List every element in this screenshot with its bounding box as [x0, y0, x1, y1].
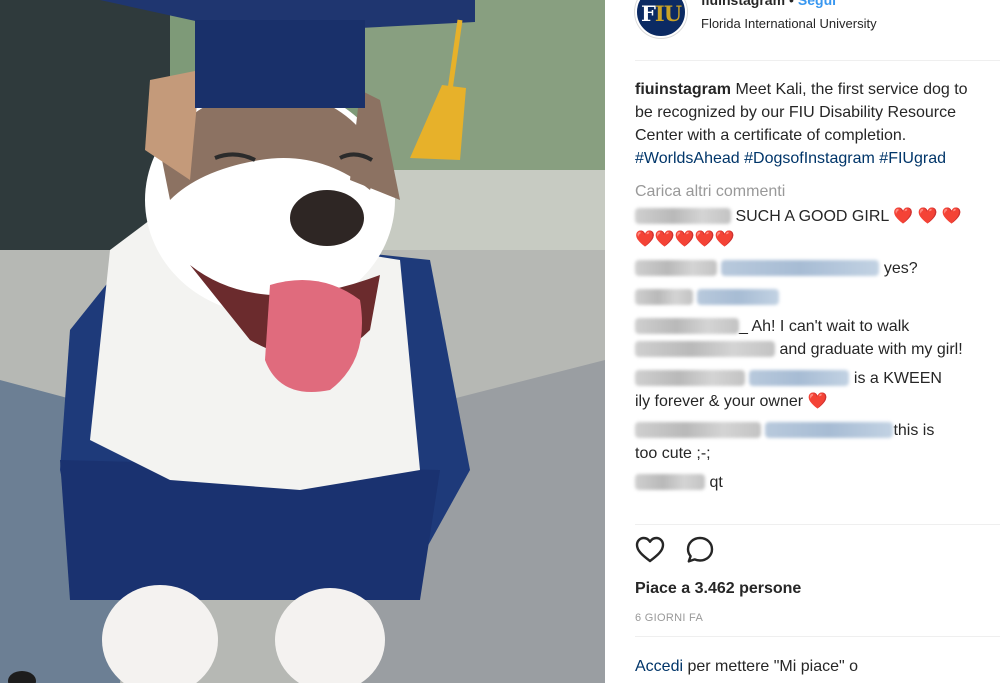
login-link[interactable]: Accedi: [635, 658, 683, 675]
blurred-mention[interactable]: [749, 370, 850, 386]
blurred-username[interactable]: [635, 474, 705, 490]
load-more-comments[interactable]: Carica altri commenti: [635, 180, 985, 203]
comment-item: [635, 286, 985, 309]
comment-text: is a KWEEN: [853, 370, 942, 387]
blurred-mention[interactable]: [721, 260, 880, 276]
comment-item: this is too cute ;-;: [635, 419, 985, 465]
blurred-mention[interactable]: [697, 289, 780, 305]
header-username[interactable]: fiuinstagram: [701, 0, 785, 8]
login-divider: [635, 636, 1000, 637]
blurred-username[interactable]: [635, 260, 717, 276]
dog-graduation-photo: [0, 0, 605, 683]
comment-text: qt: [709, 474, 723, 491]
caption-username[interactable]: fiuinstagram: [635, 81, 731, 98]
login-prompt: Accedi per mettere "Mi piace" o: [635, 658, 858, 676]
header-user-line: fiuinstagram • Segui: [701, 0, 836, 8]
post-header: FIU fiuinstagram • Segui Florida Internati…: [605, 0, 1000, 48]
fiu-logo-f: F: [640, 1, 656, 26]
actions-divider: [635, 524, 1000, 525]
comment-item: yes?: [635, 257, 985, 280]
avatar[interactable]: FIU: [635, 0, 687, 38]
blurred-mention[interactable]: [765, 422, 894, 438]
comment-item: is a KWEEN ily forever & your owner ❤️: [635, 367, 985, 413]
blurred-username[interactable]: [635, 289, 693, 305]
hashtag-link[interactable]: #DogsofInstagram: [744, 150, 875, 167]
header-divider: [635, 60, 1000, 61]
heart-emoji: ❤️❤️❤️❤️❤️: [635, 231, 735, 248]
comment-text: SUCH A GOOD GIRL: [735, 208, 889, 225]
header-separator: •: [789, 0, 794, 8]
blurred-text: [635, 341, 775, 357]
comment-text: ily forever & your owner: [635, 393, 804, 410]
likes-count[interactable]: Piace a 3.462 persone: [635, 580, 801, 598]
heart-emoji: ❤️ ❤️ ❤️: [893, 208, 962, 225]
hashtag-link[interactable]: #WorldsAhead: [635, 150, 740, 167]
fiu-logo-iu: IU: [654, 1, 682, 26]
blurred-username[interactable]: [635, 370, 745, 386]
blurred-username[interactable]: [635, 318, 739, 334]
login-prompt-text: per mettere "Mi piace" o: [683, 658, 859, 675]
follow-button[interactable]: Segui: [798, 0, 836, 8]
comment-text: _ Ah! I can't wait to walk: [739, 318, 910, 335]
post-side-panel: FIU fiuinstagram • Segui Florida Internati…: [605, 0, 1000, 683]
fiu-logo: FIU: [637, 1, 685, 26]
heart-outline-icon[interactable]: [635, 535, 667, 567]
post-timestamp[interactable]: 6 GIORNI FA: [635, 612, 703, 624]
comment-item: _ Ah! I can't wait to walk and graduate …: [635, 315, 985, 361]
post-photo[interactable]: [0, 0, 605, 683]
heart-emoji: ❤️: [807, 393, 828, 410]
post-location[interactable]: Florida International University: [701, 16, 877, 31]
speech-bubble-icon[interactable]: [685, 535, 717, 567]
blurred-username[interactable]: [635, 208, 731, 224]
comment-text: this is: [893, 422, 935, 439]
comment-item: SUCH A GOOD GIRL ❤️ ❤️ ❤️ ❤️❤️❤️❤️❤️: [635, 205, 985, 251]
post-caption: fiuinstagram Meet Kali, the first servic…: [635, 78, 985, 170]
comments-list: fiuinstagram Meet Kali, the first servic…: [635, 78, 985, 494]
comment-text: and graduate with my girl!: [779, 341, 963, 358]
comment-text: too cute ;-;: [635, 445, 711, 462]
blurred-username[interactable]: [635, 422, 761, 438]
hashtag-link[interactable]: #FIUgrad: [879, 150, 946, 167]
comment-text: yes?: [883, 260, 918, 277]
comment-item: qt: [635, 471, 985, 494]
